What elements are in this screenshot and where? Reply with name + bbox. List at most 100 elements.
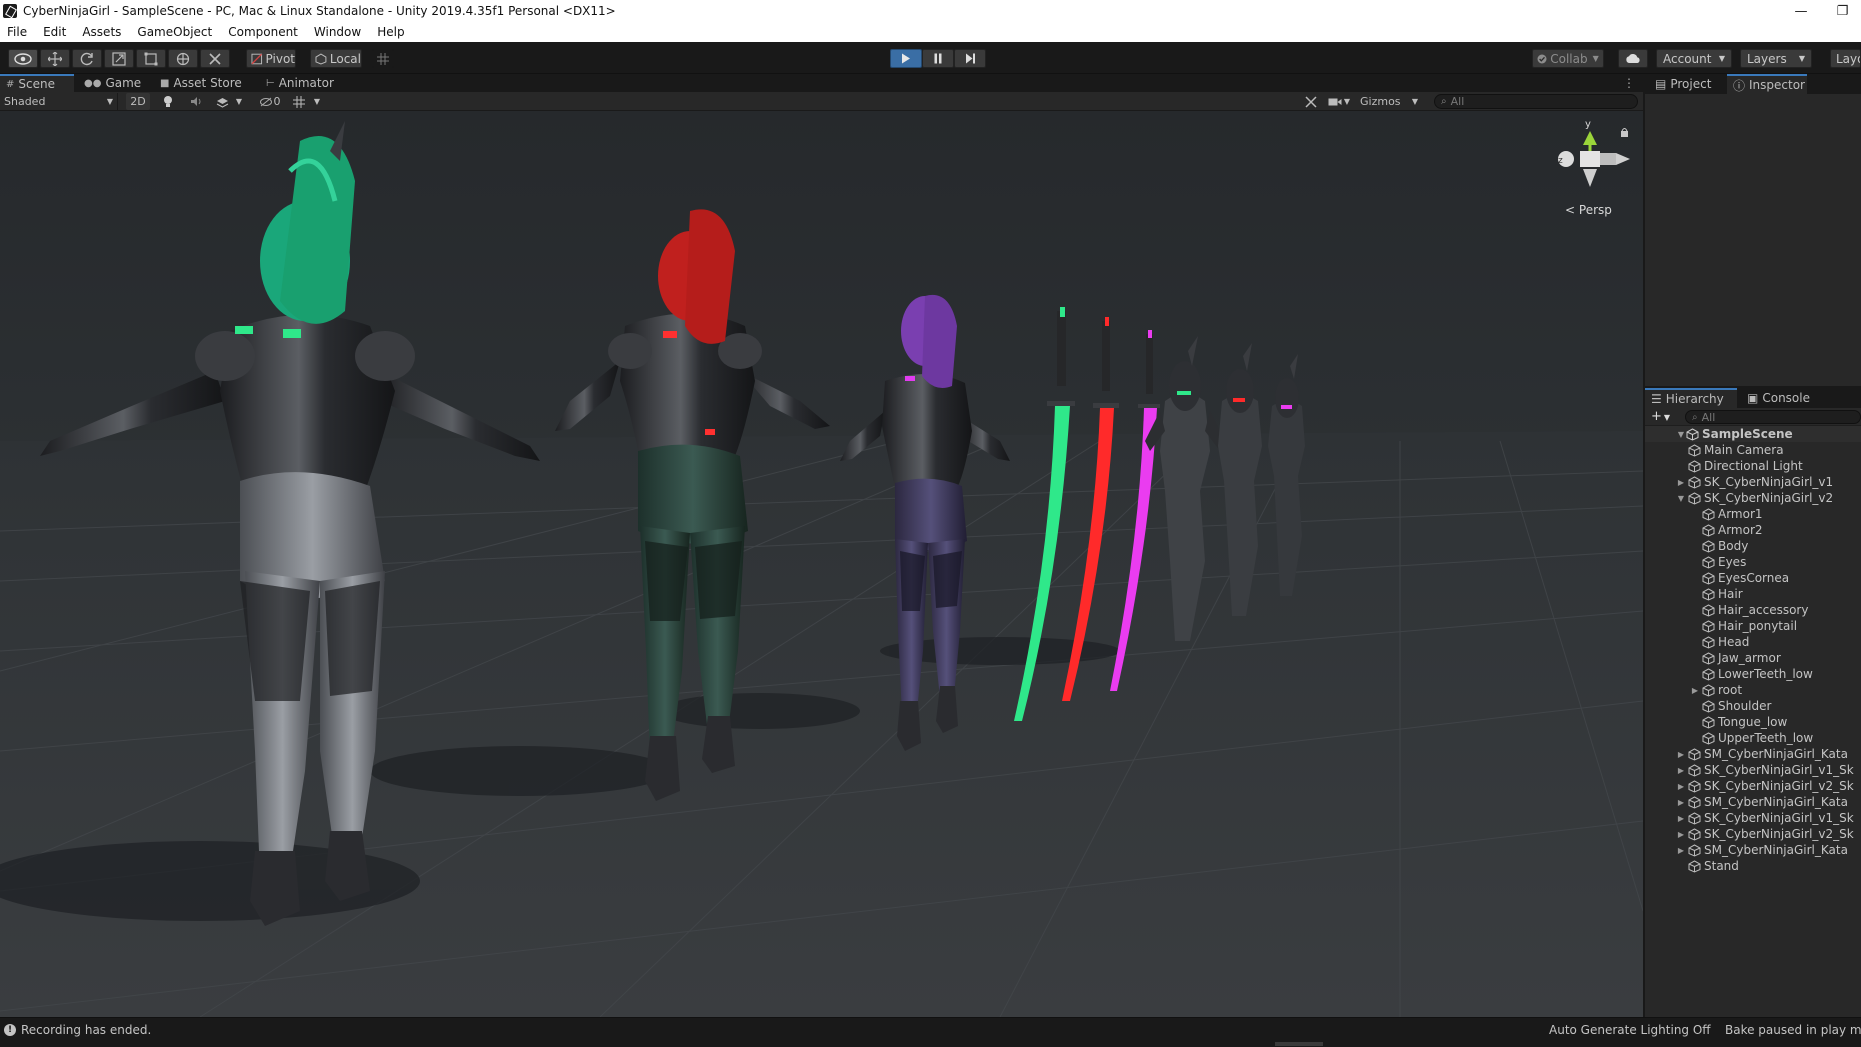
view-tool-button[interactable] (8, 49, 38, 68)
progress-thumb[interactable] (1275, 1042, 1323, 1046)
expand-arrow-icon[interactable]: ▶ (1676, 478, 1686, 487)
hierarchy-item[interactable]: Head (1645, 634, 1861, 650)
restore-button[interactable]: ❐ (1824, 0, 1861, 22)
hierarchy-item[interactable]: UpperTeeth_low (1645, 730, 1861, 746)
hierarchy-item[interactable]: ▶ SK_CyberNinjaGirl_v2_Sk (1645, 778, 1861, 794)
menu-gameobject[interactable]: GameObject (129, 25, 220, 39)
projection-toggle[interactable]: < Persp (1565, 203, 1612, 217)
expand-arrow-icon[interactable]: ▼ (1676, 430, 1686, 439)
hierarchy-item[interactable]: Armor1 (1645, 506, 1861, 522)
create-plus-icon[interactable]: + ▼ (1651, 409, 1670, 424)
transform-tool-button[interactable] (168, 49, 198, 68)
account-dropdown[interactable]: Account ▼ (1656, 49, 1732, 68)
hierarchy-item[interactable]: Shoulder (1645, 698, 1861, 714)
menu-component[interactable]: Component (220, 25, 306, 39)
tab-menu-icon[interactable]: ⋮ (1623, 76, 1635, 90)
hierarchy-item[interactable]: Body (1645, 538, 1861, 554)
expand-arrow-icon[interactable]: ▶ (1676, 830, 1686, 839)
2d-toggle-button[interactable]: 2D (126, 93, 150, 110)
minimize-button[interactable]: — (1778, 0, 1824, 22)
hierarchy-item[interactable]: Hair (1645, 586, 1861, 602)
scale-tool-button[interactable] (104, 49, 134, 68)
expand-arrow-icon[interactable]: ▶ (1676, 846, 1686, 855)
hierarchy-item[interactable]: Armor2 (1645, 522, 1861, 538)
grid-toggle-button[interactable] (290, 93, 308, 110)
expand-arrow-icon[interactable]: ▶ (1676, 782, 1686, 791)
scene-orientation-gizmo[interactable]: y z (1558, 119, 1630, 187)
tab-asset-store[interactable]: ■ Asset Store (154, 74, 248, 92)
info-icon: ⓘ (1733, 78, 1746, 93)
hierarchy-item-label: SK_CyberNinjaGirl_v1_Sk (1704, 763, 1854, 777)
rotate-tool-button[interactable] (72, 49, 102, 68)
hierarchy-item[interactable]: Hair_ponytail (1645, 618, 1861, 634)
menu-assets[interactable]: Assets (74, 25, 129, 39)
cloud-button[interactable] (1618, 49, 1648, 68)
hierarchy-item[interactable]: EyesCornea (1645, 570, 1861, 586)
lighting-status: Auto Generate Lighting Off (1549, 1022, 1711, 1037)
collab-button[interactable]: Collab ▼ (1532, 49, 1604, 68)
pivot-toggle-button[interactable]: Pivot (246, 49, 296, 68)
hierarchy-item[interactable]: Eyes (1645, 554, 1861, 570)
play-button[interactable] (890, 49, 922, 68)
expand-arrow-icon[interactable]: ▼ (1676, 494, 1686, 503)
hierarchy-item[interactable]: Main Camera (1645, 442, 1861, 458)
hierarchy-item[interactable]: ▶ SM_CyberNinjaGirl_Kata (1645, 842, 1861, 858)
menu-window[interactable]: Window (306, 25, 369, 39)
gizmo-lock-icon[interactable] (1621, 128, 1628, 138)
tab-console[interactable]: ▣ Console (1741, 388, 1816, 408)
audio-toggle-button[interactable] (186, 93, 206, 110)
hierarchy-item[interactable]: ▶ root (1645, 682, 1861, 698)
hierarchy-item[interactable]: LowerTeeth_low (1645, 666, 1861, 682)
expand-arrow-icon[interactable]: ▶ (1676, 766, 1686, 775)
custom-tool-button[interactable] (200, 49, 230, 68)
scene-viewport[interactable]: y z < Persp (0, 111, 1643, 1017)
hierarchy-scene-root[interactable]: ▼ SampleScene (1645, 426, 1861, 442)
tab-inspector[interactable]: ⓘ Inspector (1727, 74, 1807, 94)
hierarchy-item[interactable]: ▶ SK_CyberNinjaGirl_v1_Sk (1645, 762, 1861, 778)
hierarchy-item[interactable]: ▶ SK_CyberNinjaGirl_v1_Sk (1645, 810, 1861, 826)
hierarchy-item-label: LowerTeeth_low (1718, 667, 1813, 681)
menu-edit[interactable]: Edit (35, 25, 74, 39)
camera-settings-button[interactable]: ▼ (1326, 93, 1352, 110)
shading-mode-dropdown[interactable]: Shaded ▼ (0, 93, 118, 110)
step-button[interactable] (954, 49, 986, 68)
hierarchy-item[interactable]: Stand (1645, 858, 1861, 874)
effects-toggle-button[interactable] (212, 93, 232, 110)
expand-arrow-icon[interactable]: ▶ (1676, 798, 1686, 807)
tab-scene[interactable]: # Scene (0, 74, 74, 92)
tab-hierarchy[interactable]: ☰ Hierarchy (1645, 388, 1737, 408)
hierarchy-item[interactable]: ▼ SK_CyberNinjaGirl_v2 (1645, 490, 1861, 506)
expand-arrow-icon[interactable]: ▶ (1690, 686, 1700, 695)
rect-tool-button[interactable] (136, 49, 166, 68)
status-message[interactable]: Recording has ended. (21, 1023, 151, 1037)
hierarchy-item[interactable]: Tongue_low (1645, 714, 1861, 730)
expand-arrow-icon[interactable]: ▶ (1676, 750, 1686, 759)
pause-button[interactable] (922, 49, 954, 68)
menu-help[interactable]: Help (369, 25, 412, 39)
hierarchy-item[interactable]: ▶ SM_CyberNinjaGirl_Kata (1645, 794, 1861, 810)
hierarchy-item[interactable]: Hair_accessory (1645, 602, 1861, 618)
local-toggle-button[interactable]: Local (310, 49, 362, 68)
hierarchy-item[interactable]: ▶ SM_CyberNinjaGirl_Kata (1645, 746, 1861, 762)
tab-game[interactable]: ●● Game (78, 74, 147, 92)
expand-arrow-icon[interactable]: ▶ (1676, 814, 1686, 823)
tools-settings-button[interactable] (1302, 93, 1320, 110)
layout-dropdown[interactable]: Layo (1830, 49, 1861, 68)
layers-dropdown[interactable]: Layers ▼ (1740, 49, 1812, 68)
hierarchy-item[interactable]: ▶ SK_CyberNinjaGirl_v1 (1645, 474, 1861, 490)
grid-snap-button[interactable] (372, 49, 394, 68)
move-tool-button[interactable] (40, 49, 70, 68)
hierarchy-item[interactable]: ▶ SK_CyberNinjaGirl_v2_Sk (1645, 826, 1861, 842)
effects-dropdown-arrow-icon[interactable]: ▼ (234, 93, 244, 110)
tab-animator[interactable]: ⊢ Animator (260, 74, 340, 92)
grid-dropdown-arrow-icon[interactable]: ▼ (312, 93, 322, 110)
hierarchy-item[interactable]: Directional Light (1645, 458, 1861, 474)
lighting-toggle-button[interactable] (158, 93, 178, 110)
hierarchy-search-input[interactable]: ⌕ All (1685, 410, 1861, 424)
hidden-objects-toggle[interactable]: 0 (256, 93, 284, 110)
tab-project[interactable]: ▤ Project (1649, 74, 1717, 94)
gizmos-dropdown[interactable]: Gizmos ▼ (1358, 93, 1420, 110)
menu-file[interactable]: File (0, 25, 35, 39)
hierarchy-item[interactable]: Jaw_armor (1645, 650, 1861, 666)
scene-search-input[interactable]: ⌕ All (1434, 94, 1638, 109)
